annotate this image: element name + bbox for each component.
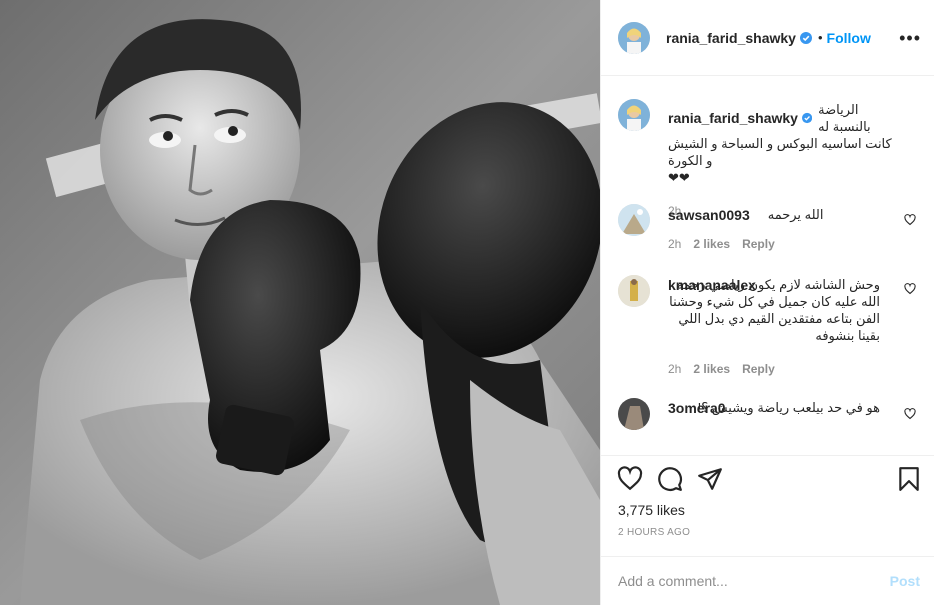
- comment-username[interactable]: sawsan0093: [668, 207, 750, 223]
- comment-icon[interactable]: [657, 466, 683, 492]
- caption-line-2: كانت اساسيه البوكس و السباحة و الشيش و ا…: [668, 136, 892, 168]
- comment-text: وحش الشاشه لازم يكون رياضي رحمة الله علي…: [669, 277, 880, 343]
- heart-icon[interactable]: [904, 214, 916, 226]
- author-username[interactable]: rania_farid_shawky: [666, 30, 796, 46]
- share-icon[interactable]: [697, 466, 723, 492]
- reply-button[interactable]: Reply: [742, 362, 775, 376]
- caption-username[interactable]: rania_farid_shawky: [668, 110, 798, 126]
- post-side-panel: rania_farid_shawky • Follow ••• rania_fa…: [600, 0, 934, 605]
- commenter-avatar[interactable]: [618, 398, 650, 430]
- heart-icon[interactable]: [617, 466, 643, 492]
- post-photo[interactable]: [0, 0, 600, 605]
- post-time: 2 HOURS AGO: [618, 527, 691, 538]
- caption-hearts: ❤❤: [668, 170, 690, 185]
- post-actions: 3,775 likes 2 HOURS AGO Add a comment...…: [601, 455, 934, 605]
- post-comment-button[interactable]: Post: [890, 573, 920, 589]
- comment-text: الله يرحمه: [767, 207, 824, 222]
- boxer-photo: [0, 0, 600, 605]
- author-avatar[interactable]: [618, 21, 650, 54]
- verified-badge-icon: [799, 31, 812, 44]
- verified-badge-icon: [801, 112, 813, 124]
- comment-likes[interactable]: 2 likes: [693, 237, 730, 251]
- comment-input[interactable]: Add a comment...: [618, 573, 728, 589]
- comment-time: 2h: [668, 237, 682, 251]
- caption-line-1: الرياضة بالنسبة له: [818, 102, 871, 134]
- add-comment-bar: Add a comment... Post: [601, 556, 934, 605]
- bookmark-icon[interactable]: [896, 466, 922, 492]
- commenter-avatar[interactable]: [618, 275, 650, 307]
- heart-icon[interactable]: [904, 283, 916, 295]
- likes-count[interactable]: 3,775 likes: [618, 502, 685, 518]
- comments-list[interactable]: rania_farid_shawky الرياضة بالنسبة له كا…: [601, 77, 934, 454]
- follow-button[interactable]: Follow: [827, 30, 871, 46]
- reply-button[interactable]: Reply: [742, 237, 775, 251]
- comment-text: هو في حد بيلعب رياضة ويشيش ؟!: [697, 400, 880, 415]
- comment-time: 2h: [668, 362, 682, 376]
- caption-avatar[interactable]: [618, 99, 650, 131]
- action-icons-row: [617, 466, 921, 494]
- post-header: rania_farid_shawky • Follow •••: [601, 0, 934, 76]
- comment-likes[interactable]: 2 likes: [693, 362, 730, 376]
- commenter-avatar[interactable]: [618, 204, 650, 236]
- heart-icon[interactable]: [904, 408, 916, 420]
- separator-dot: •: [817, 30, 823, 45]
- more-options-icon[interactable]: •••: [899, 29, 921, 47]
